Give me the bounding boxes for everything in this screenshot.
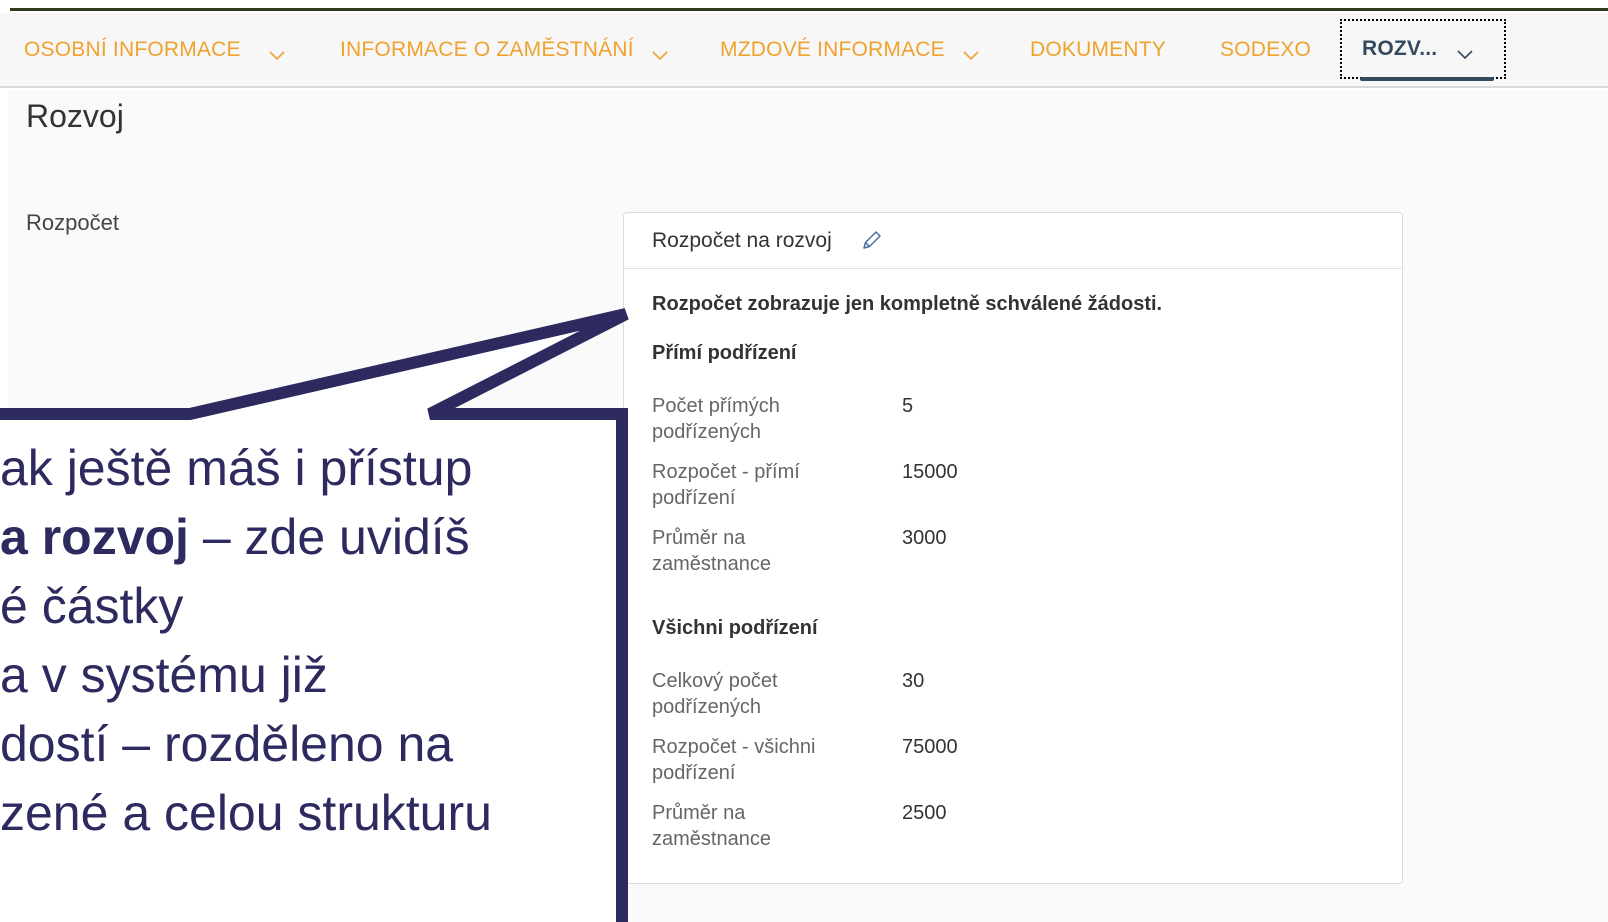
tab-label: OSOBNÍ INFORMACE xyxy=(24,38,241,61)
callout-line: dostí – rozděleno na xyxy=(0,716,454,772)
callout-line: a rozvoj – zde uvidíš xyxy=(0,509,470,565)
row-label: Počet přímých xyxy=(652,395,780,417)
row-label: Rozpočet - přímí xyxy=(652,461,800,483)
row-label: Rozpočet - všichni xyxy=(652,736,816,758)
tab-sodexo[interactable]: SODEXO xyxy=(1220,35,1311,65)
row-value: 5 xyxy=(902,395,914,417)
list-item: Rozpočet - přímí podřízení 15000 xyxy=(652,459,1374,511)
tab-label: DOKUMENTY xyxy=(1030,38,1166,61)
tab-label: ROZV... xyxy=(1362,37,1438,60)
page-title: Rozvoj xyxy=(26,98,124,134)
callout-line: zené a celou strukturu xyxy=(0,785,492,841)
row-label: podřízení xyxy=(652,487,736,509)
row-value: 15000 xyxy=(902,461,958,483)
all-subordinates-title: Všichni podřízení xyxy=(652,617,818,639)
section-nav-bar: OSOBNÍ INFORMACE INFORMACE O ZAMĚSTNÁNÍ … xyxy=(0,13,1608,88)
window-top-border xyxy=(10,8,1608,11)
tab-mzdove-informace[interactable]: MZDOVÉ INFORMACE xyxy=(720,35,979,65)
row-label: zaměstnance xyxy=(652,553,771,575)
tab-label: SODEXO xyxy=(1220,38,1312,61)
callout-line: a v systému již xyxy=(0,647,328,703)
card-body: Rozpočet zobrazuje jen kompletně schvále… xyxy=(624,269,1402,874)
card-header: Rozpočet na rozvoj xyxy=(624,213,1402,269)
chevron-down-icon xyxy=(269,43,285,61)
tab-label: INFORMACE O ZAMĚSTNÁNÍ xyxy=(340,38,634,61)
chevron-down-icon xyxy=(963,43,979,61)
callout-text: ak ještě máš i přístup a rozvoj – zde uv… xyxy=(0,434,620,848)
approval-note: Rozpočet zobrazuje jen kompletně schvále… xyxy=(652,293,1163,315)
list-item: Celkový počet podřízených 30 xyxy=(652,668,1374,720)
list-item: Rozpočet - všichni podřízení 75000 xyxy=(652,734,1374,786)
row-label: podřízených xyxy=(652,696,761,718)
tab-rozvoj[interactable]: ROZV... xyxy=(1340,19,1506,79)
row-value: 75000 xyxy=(902,736,958,758)
row-label: Průměr na xyxy=(652,527,746,549)
budget-card: Rozpočet na rozvoj Rozpočet zobrazuje je… xyxy=(623,212,1403,884)
callout-line: ak ještě máš i přístup xyxy=(0,440,473,496)
list-item: Průměr na zaměstnance 2500 xyxy=(652,800,1374,852)
callout-highlight: a rozvoj xyxy=(0,509,189,565)
row-label: podřízených xyxy=(652,421,761,443)
list-item: Průměr na zaměstnance 3000 xyxy=(652,525,1374,577)
tab-label: MZDOVÉ INFORMACE xyxy=(720,38,945,61)
tab-dokumenty[interactable]: DOKUMENTY xyxy=(1030,35,1166,65)
active-tab-indicator xyxy=(1360,77,1494,81)
row-label: podřízení xyxy=(652,762,736,784)
row-value: 3000 xyxy=(902,527,947,549)
row-label: zaměstnance xyxy=(652,828,771,850)
chevron-down-icon xyxy=(652,43,668,61)
pencil-icon[interactable] xyxy=(860,228,886,254)
direct-subordinates-title: Přímí podřízení xyxy=(652,342,797,364)
callout-line: é částky xyxy=(0,578,184,634)
card-title: Rozpočet na rozvoj xyxy=(652,228,832,252)
section-label-rozpocet: Rozpočet xyxy=(26,210,119,235)
tab-osobni-informace[interactable]: OSOBNÍ INFORMACE xyxy=(24,35,285,65)
list-item: Počet přímých podřízených 5 xyxy=(652,393,1374,445)
row-label: Celkový počet xyxy=(652,670,778,692)
row-value: 30 xyxy=(902,670,925,692)
row-value: 2500 xyxy=(902,802,947,824)
row-label: Průměr na xyxy=(652,802,746,824)
chevron-down-icon xyxy=(1457,42,1473,60)
tab-informace-o-zamestnani[interactable]: INFORMACE O ZAMĚSTNÁNÍ xyxy=(340,35,668,65)
